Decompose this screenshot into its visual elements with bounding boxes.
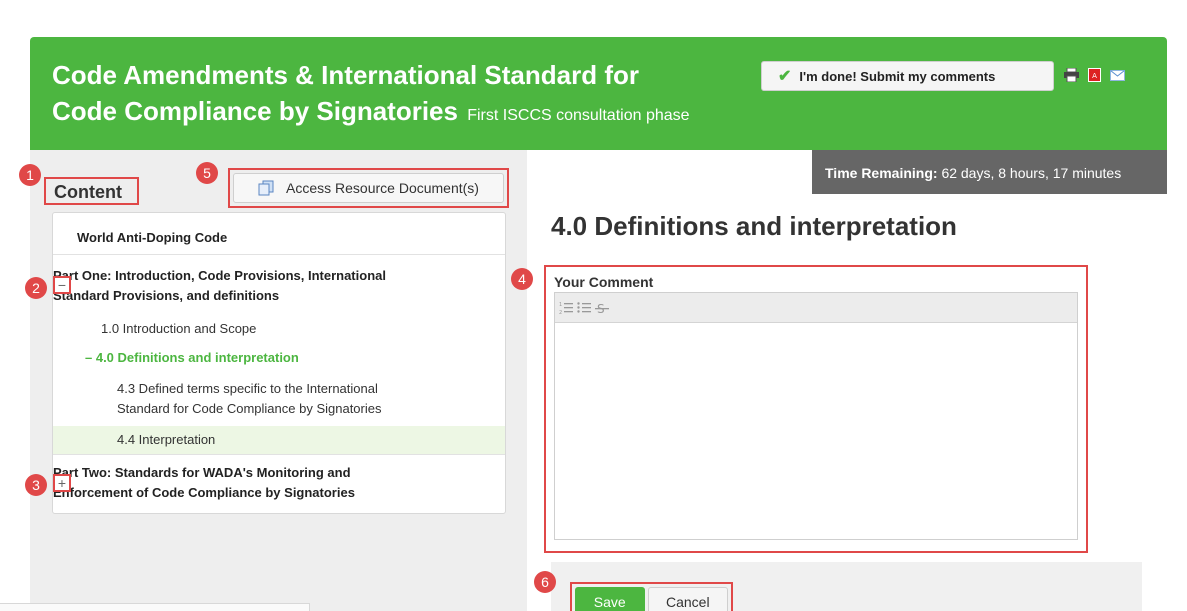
section-title: 4.0 Definitions and interpretation xyxy=(551,211,957,241)
numbered-list-icon[interactable]: 12 xyxy=(559,301,573,315)
nav-item-world-anti-doping-code[interactable]: World Anti-Doping Code xyxy=(77,230,227,245)
annotation-badge-3: 3 xyxy=(25,474,47,496)
nav-part-one-line2: Standard Provisions, and definitions xyxy=(53,288,280,303)
expand-part-two-toggle[interactable]: + xyxy=(53,474,71,492)
nav-part-two[interactable]: Part Two: Standards for WADA's Monitorin… xyxy=(53,463,355,503)
page-title-line2-text: Code Compliance by Signatories xyxy=(52,96,458,126)
save-button[interactable]: Save xyxy=(575,587,645,611)
svg-text:2: 2 xyxy=(559,310,562,315)
submit-comments-label: I'm done! Submit my comments xyxy=(799,68,996,84)
nav-divider xyxy=(53,254,505,255)
time-remaining-bar: Time Remaining: 62 days, 8 hours, 17 min… xyxy=(812,150,1167,194)
comment-input[interactable] xyxy=(555,323,1077,539)
nav-part-two-line1: Part Two: Standards for WADA's Monitorin… xyxy=(53,465,351,480)
annotation-badge-5: 5 xyxy=(196,162,218,184)
page-subtitle: First ISCCS consultation phase xyxy=(467,107,690,124)
print-icon[interactable] xyxy=(1064,68,1079,82)
annotation-badge-4: 4 xyxy=(511,268,533,290)
nav-item-defined-terms-line2: Standard for Code Compliance by Signator… xyxy=(117,401,382,416)
nav-item-defined-terms[interactable]: 4.3 Defined terms specific to the Intern… xyxy=(117,379,381,419)
comment-editor: 12 S xyxy=(554,292,1078,540)
svg-text:1: 1 xyxy=(559,302,562,308)
editor-toolbar: 12 S xyxy=(555,293,1077,323)
comment-frame: Your Comment 12 S xyxy=(544,265,1088,553)
access-resource-label: Access Resource Document(s) xyxy=(286,180,479,196)
page-title-line1: Code Amendments & International Standard… xyxy=(52,60,639,90)
time-remaining-label: Time Remaining: xyxy=(825,165,938,181)
nav-item-definitions-active[interactable]: – 4.0 Definitions and interpretation xyxy=(85,350,299,365)
annotation-badge-6: 6 xyxy=(534,571,556,593)
save-cancel-group: Save Cancel xyxy=(570,582,733,611)
content-navigation: World Anti-Doping Code Part One: Introdu… xyxy=(52,212,506,514)
annotation-badge-2: 2 xyxy=(25,277,47,299)
nav-item-defined-terms-line1: 4.3 Defined terms specific to the Intern… xyxy=(117,381,378,396)
nav-part-one-line1: Part One: Introduction, Code Provisions,… xyxy=(53,268,386,283)
nav-item-interpretation[interactable]: 4.4 Interpretation xyxy=(117,430,215,450)
submit-comments-button[interactable]: ✔ I'm done! Submit my comments xyxy=(761,61,1054,91)
email-icon[interactable] xyxy=(1110,68,1125,82)
page-header: Code Amendments & International Standard… xyxy=(30,37,1167,150)
checkmark-icon: ✔ xyxy=(778,68,792,85)
nav-item-introduction[interactable]: 1.0 Introduction and Scope xyxy=(101,319,256,339)
strikethrough-icon[interactable]: S xyxy=(595,301,609,315)
annotation-badge-1: 1 xyxy=(19,164,41,186)
nav-divider xyxy=(53,454,505,455)
nav-part-one[interactable]: Part One: Introduction, Code Provisions,… xyxy=(53,266,386,306)
svg-text:A: A xyxy=(1092,72,1097,80)
pdf-icon[interactable]: A xyxy=(1087,68,1102,82)
header-icons: A xyxy=(1064,68,1125,82)
page-title-line2: Code Compliance by Signatories First ISC… xyxy=(52,96,690,127)
time-remaining-value: 62 days, 8 hours, 17 minutes xyxy=(941,165,1122,181)
access-resource-button[interactable]: Access Resource Document(s) xyxy=(233,173,504,203)
content-heading: Content xyxy=(44,177,139,205)
access-resource-frame: Access Resource Document(s) xyxy=(228,168,509,208)
bottom-panel-edge xyxy=(0,603,310,611)
documents-icon xyxy=(258,180,274,196)
nav-part-two-line2: Enforcement of Code Compliance by Signat… xyxy=(53,485,355,500)
collapse-part-one-toggle[interactable]: − xyxy=(53,276,71,294)
page: Code Amendments & International Standard… xyxy=(0,0,1187,611)
bullet-list-icon[interactable] xyxy=(577,301,591,315)
comment-label: Your Comment xyxy=(554,274,654,290)
cancel-button[interactable]: Cancel xyxy=(647,587,728,611)
